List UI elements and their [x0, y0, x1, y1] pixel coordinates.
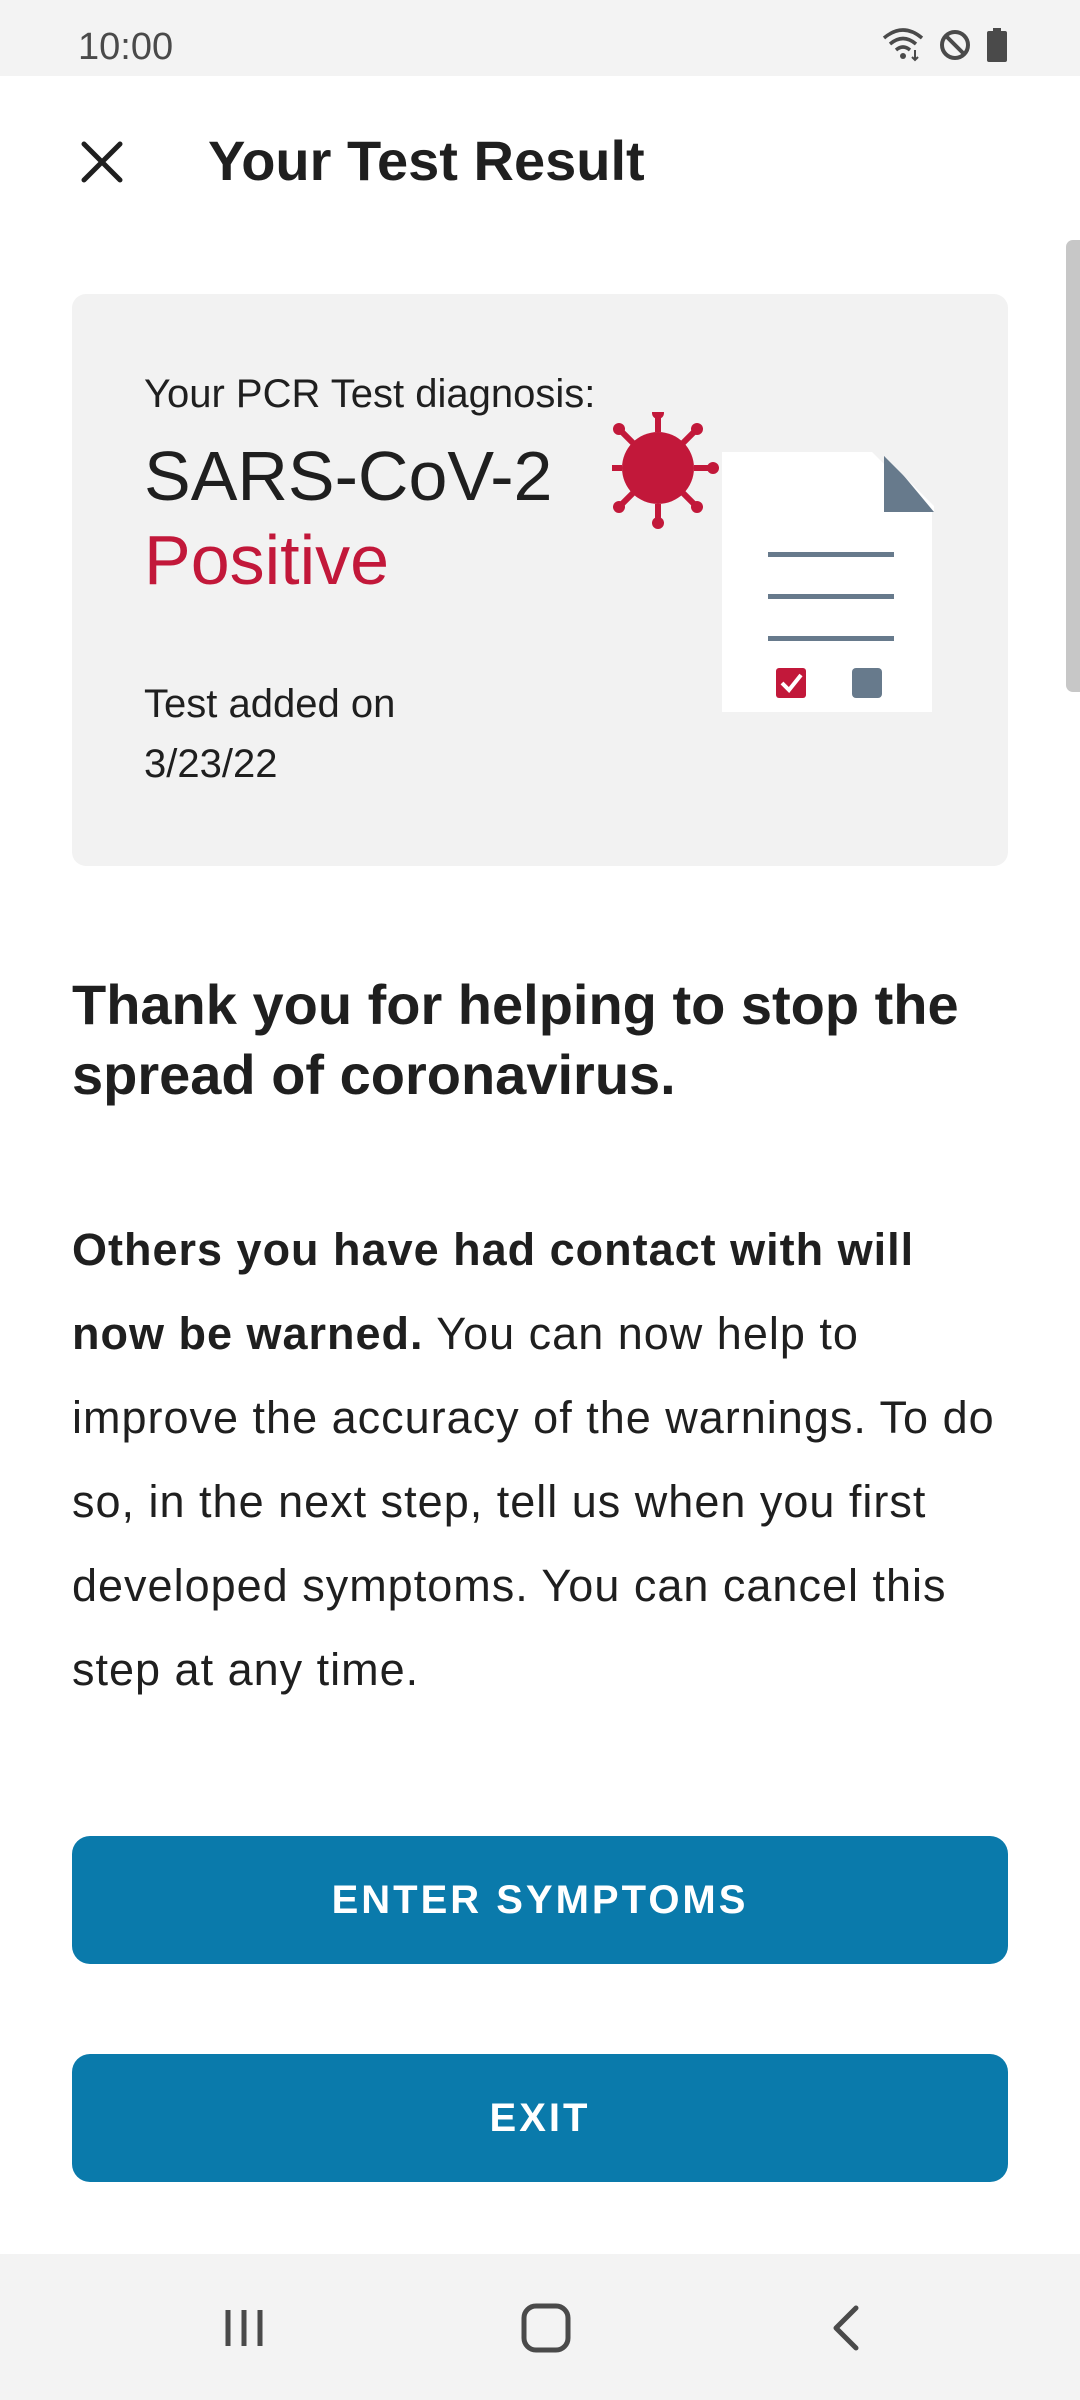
page-title: Your Test Result — [208, 129, 645, 192]
close-button[interactable] — [62, 124, 142, 204]
back-icon — [824, 2304, 872, 2357]
home-button[interactable] — [506, 2290, 586, 2370]
test-document-illustration — [597, 407, 942, 772]
home-icon — [520, 2302, 572, 2359]
status-time: 10:00 — [78, 26, 174, 68]
battery-icon — [986, 28, 1008, 67]
date-label: Test added on — [144, 682, 396, 726]
system-nav-bar — [0, 2254, 1080, 2400]
recent-apps-button[interactable] — [204, 2290, 284, 2370]
info-paragraph: Others you have had contact with will no… — [72, 1208, 1012, 1712]
test-date: 3/23/22 — [144, 742, 278, 786]
test-result-card: Your PCR Test diagnosis: SARS-CoV-2 Posi… — [72, 294, 1008, 866]
close-icon — [78, 138, 126, 191]
wifi-icon — [882, 28, 924, 67]
result-status: Positive — [144, 521, 390, 599]
enter-symptoms-button[interactable]: ENTER SYMPTOMS — [72, 1836, 1008, 1964]
exit-button[interactable]: EXIT — [72, 2054, 1008, 2182]
app-bar: Your Test Result — [0, 76, 1080, 256]
status-icons — [882, 28, 1008, 67]
do-not-disturb-icon — [938, 28, 972, 67]
diagnosis-label: Your PCR Test diagnosis: — [144, 372, 596, 416]
info-paragraph-text: You can now help to improve the accuracy… — [72, 1308, 995, 1695]
back-button[interactable] — [808, 2290, 888, 2370]
virus-name: SARS-CoV-2 — [144, 437, 553, 515]
recent-apps-icon — [220, 2304, 268, 2357]
thank-you-headline: Thank you for helping to stop the spread… — [72, 973, 959, 1106]
status-bar: 10:00 — [0, 0, 1080, 76]
screen: 10:00 Your Test Result Your PCR Test dia… — [0, 0, 1080, 2400]
scrollbar[interactable] — [1066, 240, 1080, 692]
